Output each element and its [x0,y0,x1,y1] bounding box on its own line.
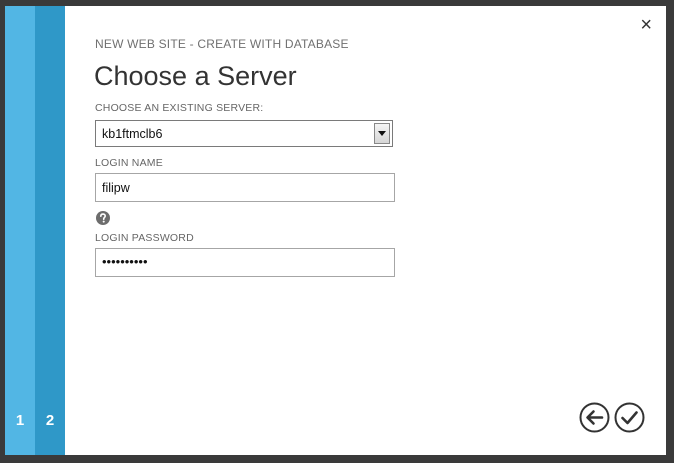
login-name-value: filipw [102,181,130,195]
login-password-value: •••••••••• [102,254,148,269]
dropdown-arrow-icon[interactable] [374,123,390,144]
wizard-step-2[interactable]: 2 [35,6,65,455]
login-name-field[interactable]: filipw [95,173,395,202]
page-title: Choose a Server [94,61,297,91]
server-label: CHOOSE AN EXISTING SERVER: [95,102,264,114]
login-password-label: LOGIN PASSWORD [95,232,194,244]
server-select-value: kb1ftmclb6 [102,127,163,141]
close-icon[interactable]: × [640,15,652,35]
question-circle-icon[interactable] [96,211,110,230]
checkmark-icon[interactable] [614,402,645,438]
step-1-number: 1 [15,412,25,429]
server-select[interactable]: kb1ftmclb6 [95,120,393,147]
new-website-dialog: 1 2 × NEW WEB SITE - CREATE WITH DATABAS… [5,6,666,455]
login-name-label: LOGIN NAME [95,157,163,169]
back-arrow-icon[interactable] [579,402,610,438]
wizard-step-1[interactable]: 1 [5,6,35,455]
login-password-field[interactable]: •••••••••• [95,248,395,277]
dialog-subtitle: NEW WEB SITE - CREATE WITH DATABASE [95,37,349,51]
step-2-number: 2 [45,412,55,429]
